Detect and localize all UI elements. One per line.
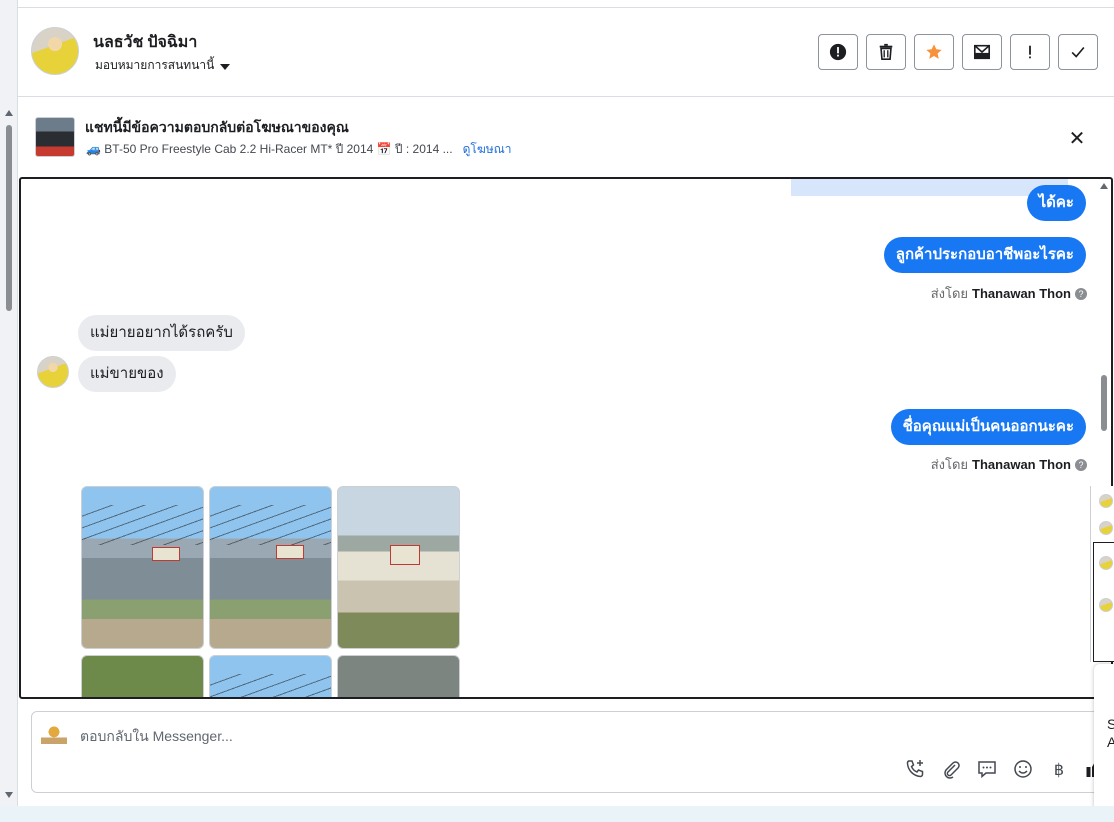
saved-replies-button[interactable] <box>976 758 998 780</box>
photo-attachment[interactable] <box>81 486 204 649</box>
scroll-up-arrow-icon[interactable] <box>1100 183 1108 189</box>
card-text: A <box>1107 734 1114 750</box>
avatar[interactable] <box>1099 494 1113 508</box>
follow-up-button[interactable] <box>1010 34 1050 70</box>
ad-banner-subtitle: 🚙 BT-50 Pro Freestyle Cab 2.2 Hi-Racer M… <box>86 140 512 159</box>
baht-icon[interactable]: ฿ <box>1048 758 1070 780</box>
ad-description: 🚙 BT-50 Pro Freestyle Cab 2.2 Hi-Racer M… <box>86 142 453 156</box>
message-thread[interactable]: ได้คะ ลูกค้าประกอบอาชีพอะไรคะ ส่งโดย Tha… <box>19 177 1113 699</box>
assign-label: มอบหมายการสนทนานี้ <box>95 58 215 72</box>
incoming-message[interactable]: แม่ยายอยากได้รถครับ <box>78 315 245 351</box>
trash-icon <box>879 43 893 61</box>
avatar[interactable] <box>1099 521 1113 535</box>
star-icon <box>926 44 942 59</box>
photo-attachment[interactable] <box>337 486 460 649</box>
delete-button[interactable] <box>866 34 906 70</box>
ad-banner-title: แชทนี้มีข้อความตอบกลับต่อโฆษณาของคุณ <box>85 121 349 136</box>
page-logo <box>41 722 67 744</box>
sent-by-label: ส่งโดย Thanawan Thon ? <box>931 283 1087 304</box>
card-text: S <box>1107 716 1114 732</box>
assign-conversation-dropdown[interactable]: มอบหมายการสนทนานี้ <box>95 56 231 75</box>
composer-toolbar: ฿ <box>904 758 1106 780</box>
caret-down-icon <box>220 63 231 70</box>
left-scrollbar[interactable] <box>0 0 18 810</box>
sent-by-prefix: ส่งโดย <box>930 457 969 472</box>
inbox-page: นลธวัช ปัจฉิมา มอบหมายการสนทนานี้ แชทนี้… <box>0 0 1114 822</box>
photo-detail <box>210 505 331 545</box>
photo-detail <box>152 547 180 561</box>
photo-attachment[interactable] <box>209 655 332 697</box>
envelope-icon <box>973 44 991 60</box>
conversation-panel: นลธวัช ปัจฉิมา มอบหมายการสนทนานี้ แชทนี้… <box>18 0 1114 810</box>
sent-by-label: ส่งโดย Thanawan Thon ? <box>931 454 1087 475</box>
alert-circle-icon <box>829 43 847 61</box>
help-icon[interactable]: ? <box>1075 287 1087 300</box>
header-actions <box>818 34 1098 70</box>
emoji-button[interactable] <box>1012 758 1034 780</box>
scrollbar-thumb[interactable] <box>6 125 12 311</box>
quoted-message-highlight <box>791 179 1068 196</box>
phone-add-icon <box>906 760 924 778</box>
photo-detail <box>390 545 420 565</box>
ad-reply-banner: แชทนี้มีข้อความตอบกลับต่อโฆษณาของคุณ 🚙 B… <box>18 97 1114 175</box>
contact-avatar-small[interactable] <box>37 356 69 388</box>
photo-detail <box>276 545 304 559</box>
sent-by-prefix: ส่งโดย <box>930 286 969 301</box>
avatar[interactable] <box>1099 598 1113 612</box>
ad-thumbnail[interactable] <box>35 117 75 157</box>
close-icon[interactable]: ✕ <box>1066 126 1088 150</box>
exclamation-icon <box>1029 45 1031 59</box>
scroll-down-arrow-icon[interactable] <box>5 792 13 798</box>
incoming-message[interactable]: แม่ขายของ <box>78 356 176 392</box>
star-button[interactable] <box>914 34 954 70</box>
reply-composer: ตอบกลับใน Messenger... ฿ <box>31 711 1111 793</box>
contact-avatar[interactable] <box>31 27 79 75</box>
conversation-list-peek[interactable] <box>1090 486 1114 662</box>
paperclip-icon <box>944 761 960 779</box>
check-icon <box>1071 46 1085 58</box>
sender-name: Thanawan Thon <box>972 457 1071 472</box>
conversation-header: นลธวัช ปัจฉิมา มอบหมายการสนทนานี้ <box>18 8 1114 97</box>
scroll-up-arrow-icon[interactable] <box>5 110 13 116</box>
avatar[interactable] <box>1099 556 1113 570</box>
photo-detail <box>82 505 203 545</box>
emoji-icon <box>1014 760 1032 778</box>
saved-reply-icon <box>978 761 996 779</box>
attach-button[interactable] <box>940 758 962 780</box>
outgoing-message[interactable]: ได้คะ <box>1026 185 1086 221</box>
photo-attachment[interactable] <box>209 486 332 649</box>
mark-unread-button[interactable] <box>962 34 1002 70</box>
call-button[interactable] <box>904 758 926 780</box>
outgoing-message[interactable]: ลูกค้าประกอบอาชีพอะไรคะ <box>883 237 1086 273</box>
photo-detail <box>210 674 331 697</box>
bottom-strip <box>0 806 1114 822</box>
photo-attachment[interactable] <box>81 655 204 697</box>
spam-button[interactable] <box>818 34 858 70</box>
scrollbar-thumb[interactable] <box>1101 375 1107 431</box>
view-ad-link[interactable]: ดูโฆษณา <box>463 140 512 159</box>
photo-attachment[interactable] <box>337 655 460 697</box>
reply-input[interactable]: ตอบกลับใน Messenger... <box>80 726 233 748</box>
side-notification-card[interactable]: S A <box>1094 664 1114 818</box>
sender-name: Thanawan Thon <box>972 286 1071 301</box>
done-button[interactable] <box>1058 34 1098 70</box>
outgoing-message[interactable]: ชื่อคุณแม่เป็นคนออกนะคะ <box>890 409 1086 445</box>
help-icon[interactable]: ? <box>1075 458 1087 471</box>
contact-name[interactable]: นลธวัช ปัจฉิมา <box>93 30 197 55</box>
